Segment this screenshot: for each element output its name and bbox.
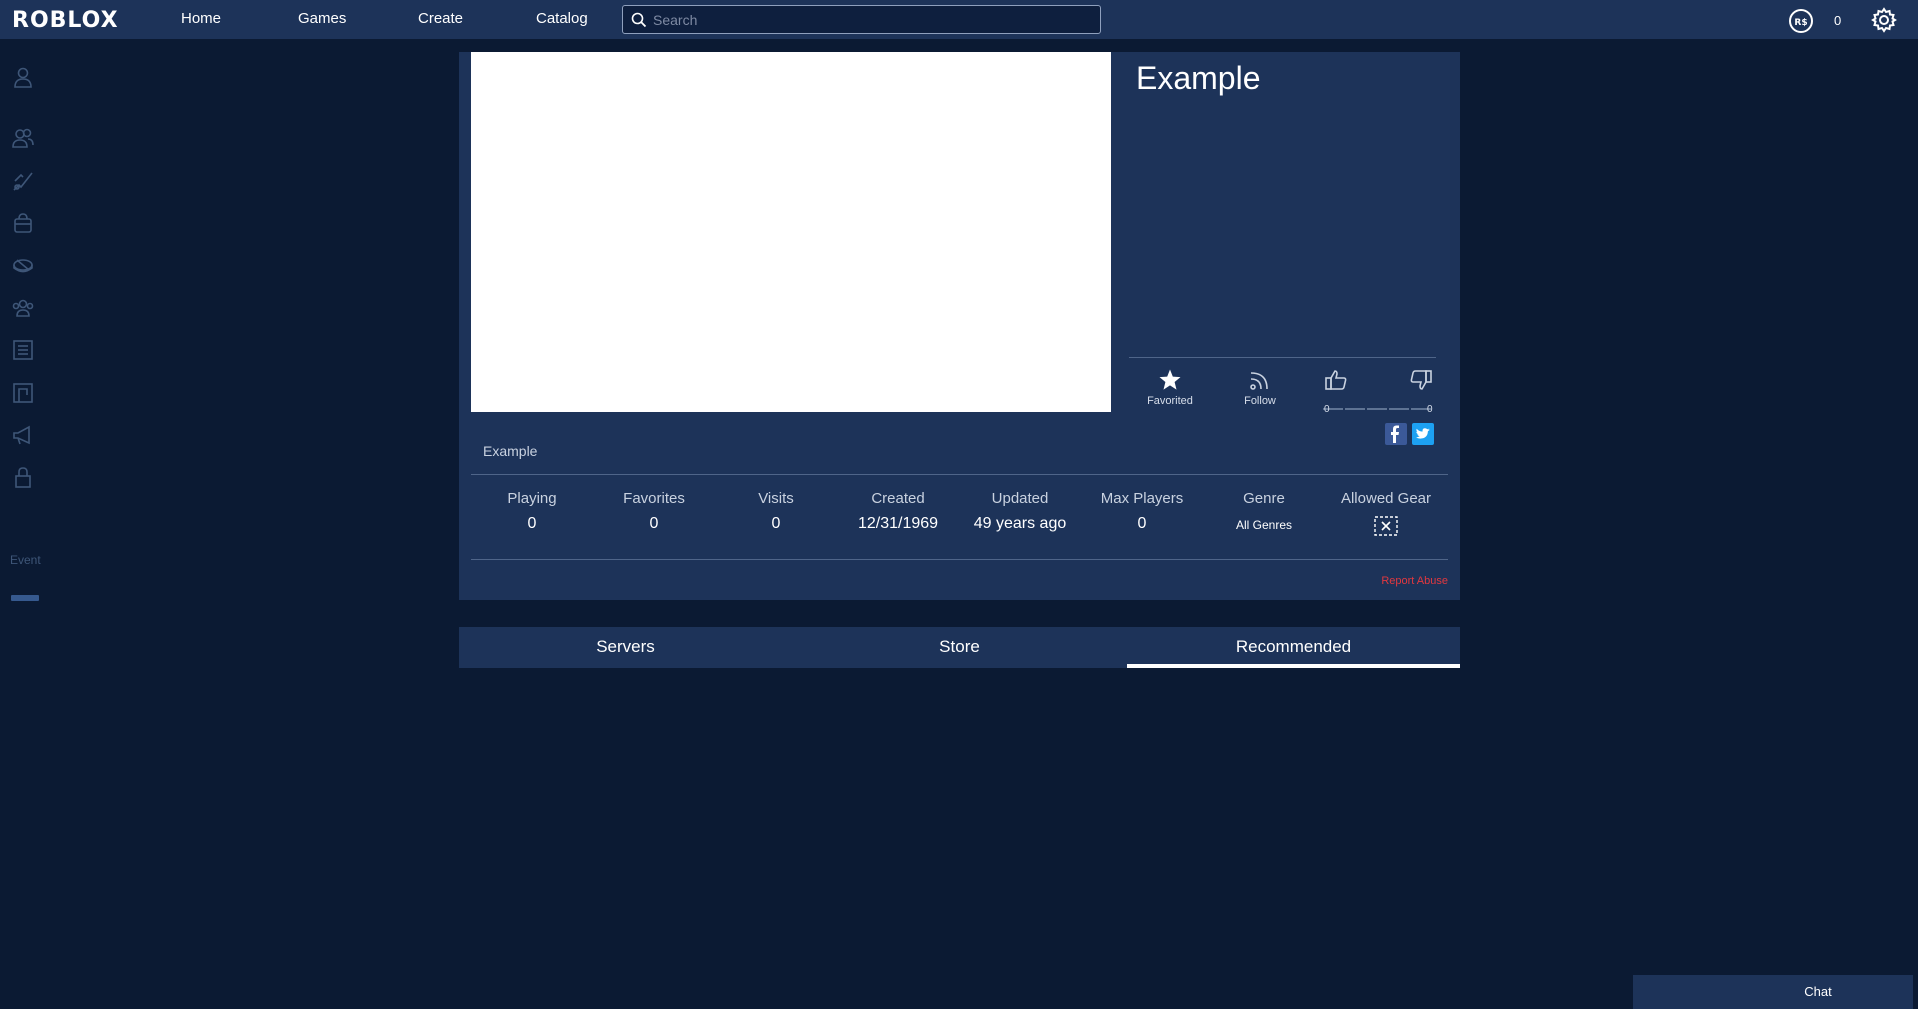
- roblox-logo[interactable]: ROBLOX: [12, 8, 119, 33]
- top-nav: ROBLOX Home Games Create Catalog R$ 0: [0, 0, 1918, 39]
- tab-recommended[interactable]: Recommended: [1127, 627, 1460, 668]
- stat-value: 0: [771, 515, 781, 532]
- stat-value[interactable]: All Genres: [1203, 518, 1325, 532]
- nav-home[interactable]: Home: [181, 10, 221, 27]
- twitter-share-button[interactable]: [1412, 423, 1434, 445]
- stat-created: Created 12/31/1969: [837, 490, 959, 533]
- stat-label: Created: [871, 490, 925, 507]
- search-icon: [631, 12, 647, 28]
- sidebar: Event: [0, 39, 50, 1009]
- facebook-share-button[interactable]: [1385, 423, 1407, 445]
- stat-value: 0: [1137, 515, 1147, 532]
- nav-games[interactable]: Games: [298, 10, 346, 27]
- stat-max-players: Max Players 0: [1081, 490, 1203, 533]
- stat-favorites: Favorites 0: [593, 490, 715, 533]
- game-thumbnail: [471, 52, 1111, 412]
- facebook-icon: [1391, 425, 1399, 443]
- chat-label: Chat: [1804, 984, 1832, 999]
- stat-visits: Visits 0: [715, 490, 837, 533]
- game-description: Example: [483, 443, 538, 459]
- trade-icon[interactable]: [11, 253, 35, 277]
- gear-icon[interactable]: [1871, 7, 1897, 33]
- follow-button[interactable]: Follow: [1232, 368, 1288, 407]
- stat-label: Max Players: [1100, 490, 1184, 507]
- robux-icon[interactable]: R$: [1788, 8, 1814, 34]
- upvote-count: 0: [1324, 404, 1330, 415]
- stat-playing: Playing 0: [471, 490, 593, 533]
- stat-label: Genre: [1243, 490, 1285, 507]
- stat-label: Allowed Gear: [1340, 490, 1432, 507]
- report-abuse-link[interactable]: Report Abuse: [1381, 575, 1448, 587]
- stat-label: Visits: [758, 490, 794, 507]
- star-icon: [1159, 369, 1181, 390]
- search-box[interactable]: [622, 5, 1101, 34]
- avatar-icon[interactable]: [11, 169, 35, 193]
- stat-value: 0: [649, 515, 659, 532]
- lock-icon[interactable]: [11, 466, 35, 490]
- rss-icon: [1250, 372, 1268, 390]
- divider: [1129, 357, 1436, 358]
- divider: [471, 559, 1448, 560]
- groups-icon[interactable]: [11, 296, 35, 320]
- stat-label: Favorites: [623, 490, 685, 507]
- stat-value: 0: [527, 515, 537, 532]
- tab-store[interactable]: Store: [793, 627, 1126, 668]
- game-tabs: Servers Store Recommended: [459, 627, 1460, 668]
- profile-icon[interactable]: [11, 65, 35, 89]
- stat-label: Playing: [507, 490, 557, 507]
- search-input[interactable]: [653, 9, 1093, 30]
- no-gear-icon: [1374, 516, 1398, 536]
- thumbs-up-icon[interactable]: [1324, 368, 1348, 392]
- favorite-label: Favorited: [1147, 395, 1193, 407]
- nav-create[interactable]: Create: [418, 10, 463, 27]
- thumbs-down-icon[interactable]: [1409, 368, 1433, 392]
- merchandise-icon[interactable]: [11, 381, 35, 405]
- stat-updated: Updated 49 years ago: [959, 490, 1081, 533]
- vote-ratio-bar: [1323, 397, 1433, 410]
- robux-count: 0: [1834, 13, 1842, 28]
- stat-value: 49 years ago: [973, 515, 1067, 532]
- divider: [471, 474, 1448, 475]
- stat-label: Updated: [991, 490, 1049, 507]
- tab-servers[interactable]: Servers: [459, 627, 792, 668]
- downvote-count: 0: [1427, 404, 1433, 415]
- game-details-panel: Example Favorited Follow 0 0 Example Pla…: [459, 52, 1460, 600]
- blog-icon[interactable]: [11, 338, 35, 362]
- follow-label: Follow: [1244, 395, 1276, 407]
- stat-genre: Genre All Genres: [1203, 490, 1325, 532]
- megaphone-icon[interactable]: [11, 423, 35, 447]
- friends-icon[interactable]: [11, 126, 35, 150]
- favorite-button[interactable]: Favorited: [1140, 368, 1200, 407]
- game-title: Example: [1136, 60, 1261, 96]
- nav-catalog[interactable]: Catalog: [536, 10, 588, 27]
- svg-text:R$: R$: [1794, 18, 1807, 28]
- stat-allowed-gear: Allowed Gear: [1325, 490, 1447, 536]
- stat-value: 12/31/1969: [857, 515, 939, 532]
- sidebar-event-banner[interactable]: [11, 595, 39, 601]
- inventory-icon[interactable]: [11, 211, 35, 235]
- chat-bar[interactable]: Chat: [1633, 975, 1913, 1009]
- twitter-icon: [1415, 428, 1430, 439]
- sidebar-events-label[interactable]: Event: [10, 553, 41, 567]
